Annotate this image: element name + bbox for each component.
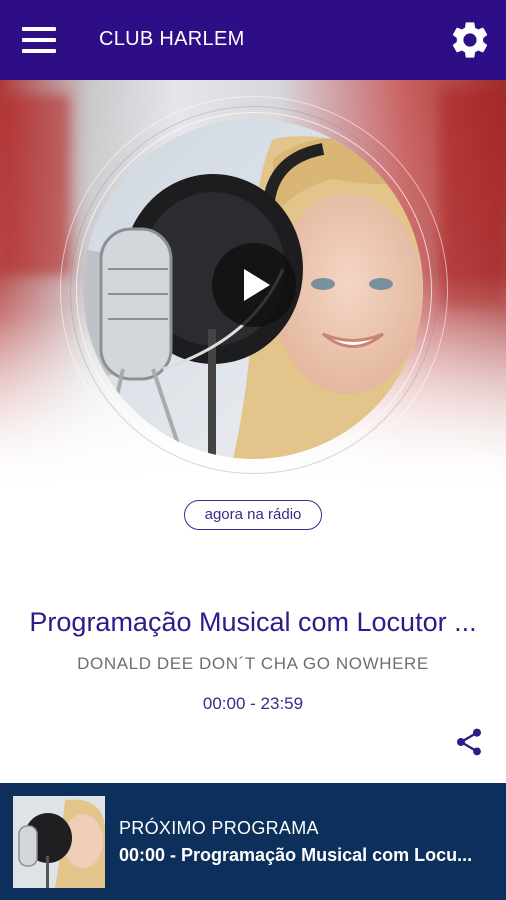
play-icon [244,269,270,301]
play-button[interactable] [212,243,296,327]
gear-icon[interactable] [448,18,492,62]
next-program-bar[interactable]: PRÓXIMO PROGRAMA 00:00 - Programação Mus… [0,783,506,900]
next-program-thumbnail [13,796,105,888]
now-on-air-badge: agora na rádio [184,500,322,530]
track-artist: DONALD DEE DON´T CHA GO NOWHERE [77,654,429,673]
share-icon[interactable] [453,726,485,758]
program-title: Programação Musical com Locutor ... [29,607,477,637]
app-title: CLUB HARLEM [99,28,245,50]
menu-icon[interactable] [22,27,56,53]
next-program-label: PRÓXIMO PROGRAMA [119,818,319,838]
program-time: 00:00 - 23:59 [202,694,304,713]
hero-artwork [0,80,506,510]
next-program-title: 00:00 - Programação Musical com Locu... [119,845,473,865]
app-bar: CLUB HARLEM [0,0,506,80]
